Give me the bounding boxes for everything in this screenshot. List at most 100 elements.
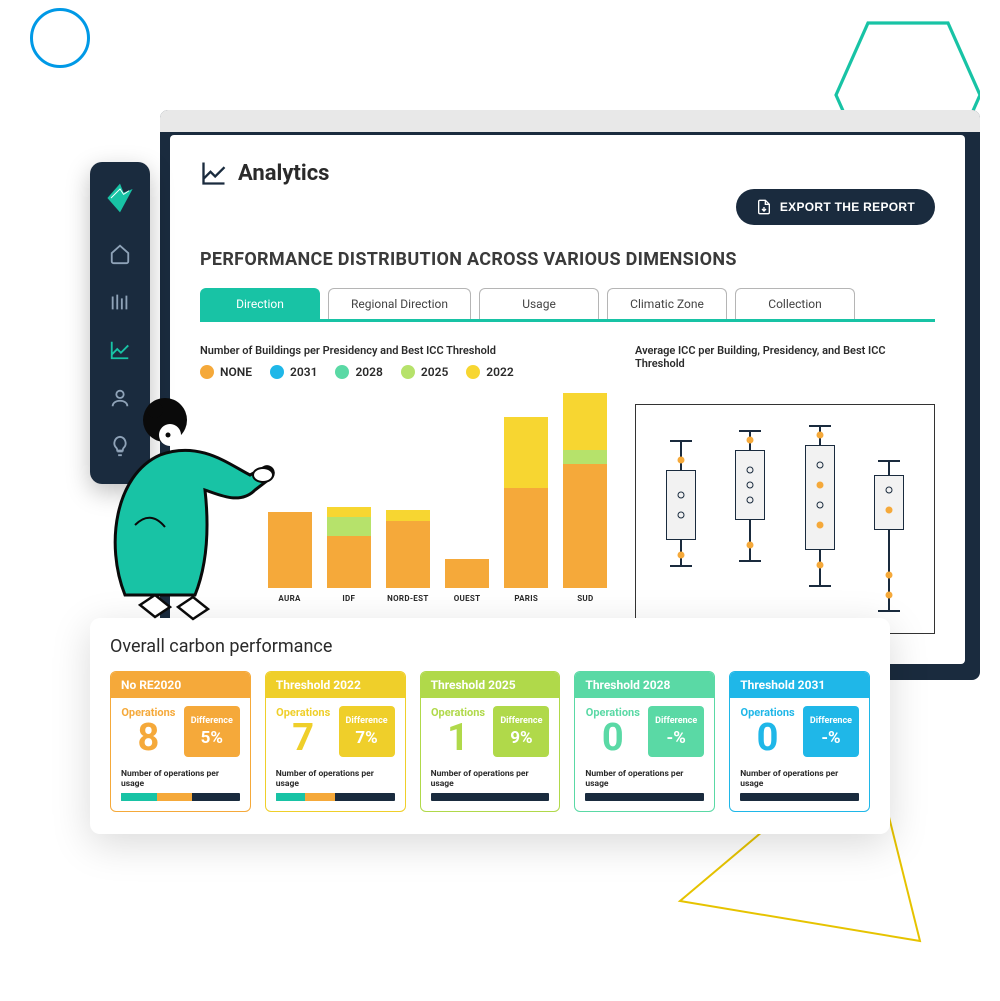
analytics-icon (200, 159, 228, 187)
kpi-card: Threshold 2028Operations0Difference-%Num… (574, 671, 715, 812)
legend-swatch (466, 365, 480, 379)
kpi-operations-value: 1 (447, 719, 469, 757)
bar-segment (504, 417, 548, 488)
kpi-difference-value: 5% (201, 728, 223, 748)
kpi-title: Threshold 2031 (730, 672, 869, 698)
carbon-title: Overall carbon performance (110, 636, 870, 657)
kpi-usage-bar (276, 793, 395, 801)
export-label: EXPORT THE REPORT (780, 200, 915, 214)
legend-swatch (200, 365, 214, 379)
kpi-difference-label: Difference (810, 716, 852, 726)
kpi-footer: Number of operations per usage (266, 769, 405, 789)
kpi-card: Threshold 2031Operations0Difference-%Num… (729, 671, 870, 812)
bar-nord-est: NORD-EST (386, 510, 430, 603)
kpi-operations-value: 0 (757, 719, 779, 757)
legend-item: 2025 (401, 365, 448, 379)
decorative-circle (30, 8, 90, 68)
kpi-card: Threshold 2025Operations1Difference9%Num… (420, 671, 561, 812)
nav-home[interactable] (100, 234, 140, 274)
legend-item: 2028 (335, 365, 382, 379)
boxplot-caption: Average ICC per Building, Presidency, an… (635, 344, 935, 370)
kpi-usage-bar (585, 793, 704, 801)
section-title: PERFORMANCE DISTRIBUTION ACROSS VARIOUS … (200, 249, 935, 270)
kpi-operations-value: 8 (137, 719, 159, 757)
app-logo (102, 180, 138, 216)
kpi-footer: Number of operations per usage (421, 769, 560, 789)
kpi-difference-label: Difference (191, 716, 233, 726)
bar-segment (386, 510, 430, 521)
nav-profile[interactable] (100, 378, 140, 418)
bar-segment (327, 517, 371, 536)
nav-ideas[interactable] (100, 426, 140, 466)
legend-item: 2022 (466, 365, 513, 379)
nav-analytics[interactable] (100, 330, 140, 370)
bar-segment (563, 450, 607, 464)
page-title: Analytics (238, 161, 329, 186)
tab-regional-direction[interactable]: Regional Direction (328, 288, 471, 319)
legend-swatch (401, 365, 415, 379)
kpi-footer: Number of operations per usage (730, 769, 869, 789)
bar-segment (445, 559, 489, 588)
kpi-usage-bar (431, 793, 550, 801)
kpi-title: Threshold 2025 (421, 672, 560, 698)
kpi-card: No RE2020Operations8Difference5%Number o… (110, 671, 251, 812)
kpi-difference-value: -% (821, 728, 840, 748)
bar-segment (563, 393, 607, 450)
kpi-difference-label: Difference (500, 716, 542, 726)
legend-label: 2031 (290, 365, 317, 379)
kpi-difference-value: 7% (355, 728, 377, 748)
legend-swatch (335, 365, 349, 379)
kpi-footer: Number of operations per usage (111, 769, 250, 789)
kpi-difference-label: Difference (346, 716, 388, 726)
tab-climatic-zone[interactable]: Climatic Zone (607, 288, 727, 319)
bar-segment (504, 488, 548, 588)
bar-aura: AURA (268, 512, 312, 603)
kpi-usage-bar (740, 793, 859, 801)
legend-label: 2028 (355, 365, 382, 379)
legend-label: 2022 (486, 365, 513, 379)
bar-ouest: OUEST (445, 559, 489, 603)
bar-category-label: PARIS (514, 594, 538, 603)
kpi-row: No RE2020Operations8Difference5%Number o… (110, 671, 870, 812)
boxplot-column (864, 415, 914, 623)
legend-label: NONE (220, 365, 252, 379)
nav-library[interactable] (100, 282, 140, 322)
bar-segment (327, 507, 371, 517)
tab-collection[interactable]: Collection (735, 288, 855, 319)
sidebar (90, 162, 150, 484)
chart-legend: NONE 2031 2028 2025 2022 (200, 365, 615, 379)
bar-category-label: AURA (278, 594, 300, 603)
bar-category-label: OUEST (454, 594, 481, 603)
kpi-difference-value: -% (667, 728, 686, 748)
kpi-title: No RE2020 (111, 672, 250, 698)
kpi-usage-bar (121, 793, 240, 801)
tab-usage[interactable]: Usage (479, 288, 599, 319)
legend-label: 2025 (421, 365, 448, 379)
carbon-performance-card: Overall carbon performance No RE2020Oper… (90, 618, 890, 834)
kpi-title: Threshold 2028 (575, 672, 714, 698)
bar-segment (327, 536, 371, 588)
kpi-operations-value: 7 (292, 719, 314, 757)
bar-segment (563, 464, 607, 588)
kpi-card: Threshold 2022Operations7Difference7%Num… (265, 671, 406, 812)
bar-paris: PARIS (504, 417, 548, 603)
bar-segment (386, 521, 430, 588)
analytics-panel: Analytics EXPORT THE REPORT PERFORMANCE … (170, 135, 965, 664)
download-icon (756, 199, 772, 215)
export-report-button[interactable]: EXPORT THE REPORT (736, 189, 935, 225)
bar-segment (268, 512, 312, 588)
kpi-difference-value: 9% (510, 728, 532, 748)
stacked-bar-chart: AURA IDF NORD-EST OUEST PARIS SUD (200, 393, 615, 603)
kpi-footer: Number of operations per usage (575, 769, 714, 789)
boxplot-chart (635, 404, 935, 634)
window-chrome-bar (160, 110, 980, 132)
kpi-title: Threshold 2022 (266, 672, 405, 698)
bar-sud: SUD (563, 393, 607, 603)
boxplot-column (795, 415, 845, 623)
kpi-difference-label: Difference (655, 716, 697, 726)
bar-category-label: NORD-EST (387, 594, 428, 603)
tab-direction[interactable]: Direction (200, 288, 320, 319)
kpi-operations-value: 0 (602, 719, 624, 757)
bar-category-label: IDF (342, 594, 355, 603)
boxplot-column (725, 415, 775, 623)
